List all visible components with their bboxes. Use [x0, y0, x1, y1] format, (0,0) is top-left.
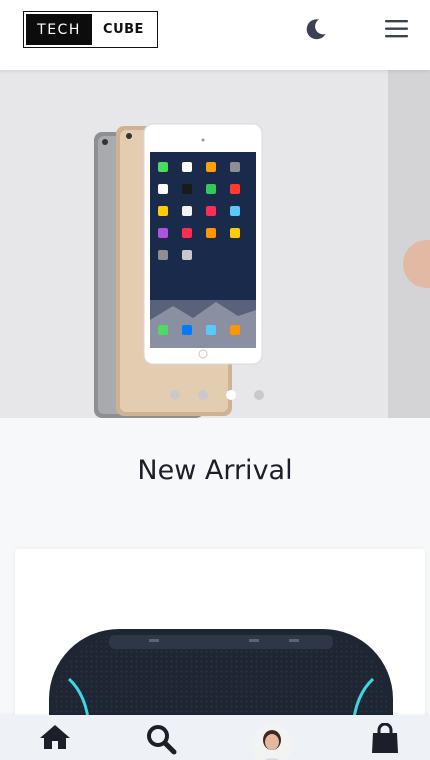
ipad-family-image — [88, 120, 268, 418]
carousel-dot-3[interactable] — [226, 390, 236, 400]
logo-right-text: CUBE — [103, 22, 144, 37]
search-icon[interactable] — [144, 723, 178, 757]
shopping-bag-icon[interactable] — [368, 723, 402, 757]
hamburger-menu-icon[interactable] — [383, 16, 411, 42]
home-icon[interactable] — [38, 723, 72, 757]
moon-icon[interactable] — [301, 15, 329, 43]
carousel-dots — [170, 390, 264, 400]
next-slide-preview[interactable] — [388, 70, 430, 418]
next-slide-image — [403, 240, 430, 288]
carousel-dot-4[interactable] — [254, 390, 264, 400]
carousel-dot-1[interactable] — [170, 390, 180, 400]
brand-logo[interactable]: TECH CUBE — [23, 11, 158, 48]
logo-left-text: TECH — [26, 14, 92, 45]
section-title: New Arrival — [137, 455, 293, 486]
hero-carousel[interactable] — [0, 70, 430, 418]
bottom-navigation — [0, 715, 430, 760]
carousel-dot-2[interactable] — [198, 390, 208, 400]
user-avatar[interactable] — [252, 725, 292, 760]
top-header: TECH CUBE — [0, 0, 430, 70]
